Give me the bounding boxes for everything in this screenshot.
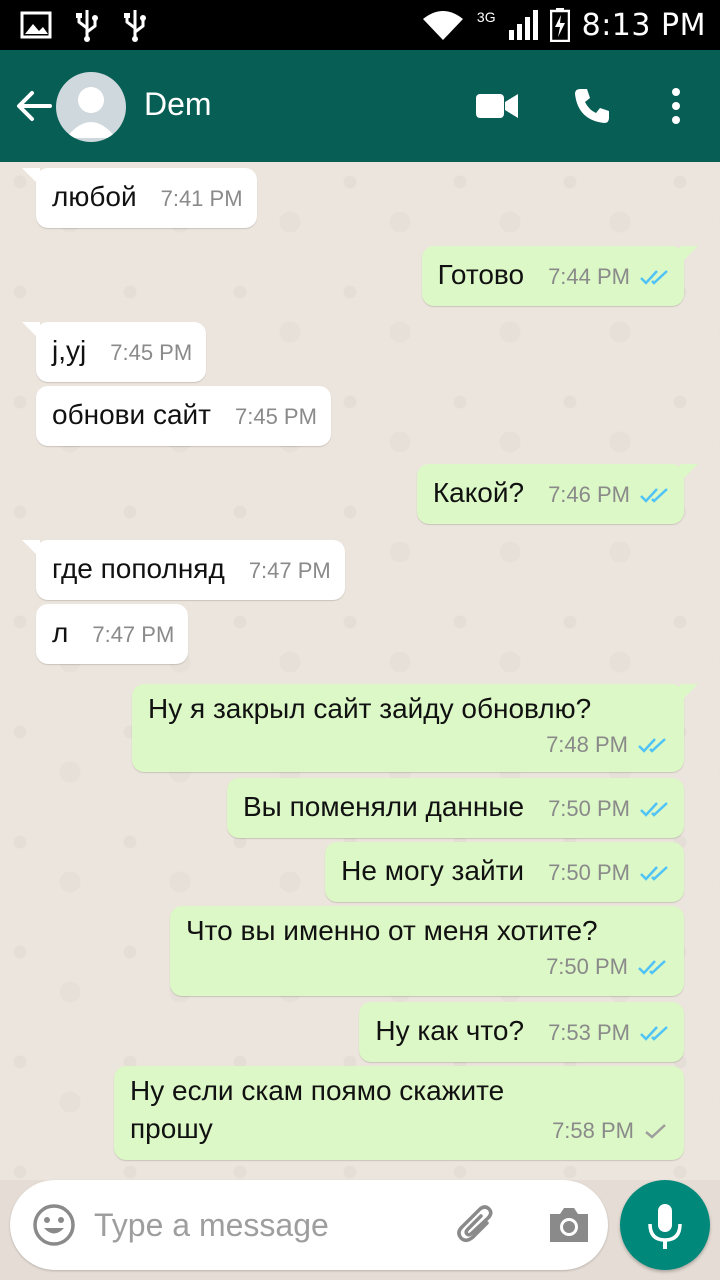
avatar[interactable] <box>56 72 126 142</box>
contact-name[interactable]: Dem <box>144 86 212 123</box>
message-time: 7:53 PM <box>548 1020 630 1045</box>
message-text-line: прошу <box>130 1113 213 1144</box>
message-text: Готово <box>437 259 525 290</box>
message-time: 7:45 PM <box>110 340 193 365</box>
message-time: 7:48 PM <box>546 732 628 757</box>
message-text: j,yj <box>52 335 87 366</box>
message-time: 7:58 PM <box>552 1118 634 1143</box>
message-text: Не могу зайти <box>341 855 525 886</box>
bubble-tail <box>680 464 698 482</box>
attach-icon[interactable] <box>454 1202 500 1248</box>
double-check-read-icon <box>638 960 666 975</box>
message-list[interactable]: любой 7:41 PM Готово 7:44 PM j,yj 7:45 PM о… <box>0 162 720 1180</box>
message-outgoing[interactable]: Ну если скам поямо скажите прошу 7:58 PM <box>114 1066 684 1160</box>
phone-icon[interactable] <box>572 86 612 126</box>
message-time: 7:50 PM <box>548 796 630 821</box>
message-time: 7:47 PM <box>248 558 331 583</box>
usb-icon <box>124 10 146 42</box>
message-text: Ну как что? <box>375 1015 525 1046</box>
message-incoming[interactable]: обнови сайт 7:45 PM <box>36 386 331 446</box>
emoji-icon[interactable] <box>32 1203 76 1247</box>
message-outgoing[interactable]: Какой? 7:46 PM <box>416 464 698 524</box>
message-time: 7:47 PM <box>92 622 175 647</box>
double-check-read-icon <box>640 488 668 503</box>
message-text: Что вы именно от меня хотите? <box>186 915 598 946</box>
message-time: 7:41 PM <box>160 186 243 211</box>
battery-charging-icon <box>549 8 570 42</box>
clock: 8:13 PM <box>581 7 706 43</box>
more-vert-icon[interactable] <box>664 86 688 126</box>
network-type-label: 3G <box>476 9 496 25</box>
message-incoming[interactable]: где пополняд 7:47 PM <box>22 540 345 600</box>
message-incoming[interactable]: л 7:47 PM <box>36 604 189 664</box>
message-text: Ну я закрыл сайт зайду обновлю? <box>148 693 592 724</box>
message-outgoing[interactable]: Вы поменяли данные 7:50 PM <box>227 778 684 838</box>
message-outgoing[interactable]: Готово 7:44 PM <box>421 246 698 306</box>
message-text: обнови сайт <box>52 399 211 430</box>
message-time: 7:50 PM <box>548 860 630 885</box>
message-input[interactable] <box>94 1198 424 1252</box>
message-time: 7:45 PM <box>234 404 317 429</box>
signal-icon <box>508 10 538 40</box>
gallery-notification-icon <box>20 11 52 39</box>
message-time: 7:46 PM <box>548 482 630 507</box>
message-time: 7:50 PM <box>546 954 628 979</box>
double-check-read-icon <box>638 738 666 753</box>
message-time: 7:44 PM <box>548 264 630 289</box>
usb-icon <box>76 10 98 42</box>
message-incoming[interactable]: j,yj 7:45 PM <box>22 322 207 382</box>
bubble-tail <box>22 322 40 340</box>
chat-header: Dem <box>0 50 720 162</box>
double-check-read-icon <box>640 802 668 817</box>
video-call-icon[interactable] <box>474 86 520 126</box>
message-text: л <box>52 617 69 648</box>
wifi-icon <box>422 11 463 40</box>
bubble-tail <box>22 540 40 558</box>
status-bar: 3G 8:13 PM <box>0 0 720 50</box>
double-check-read-icon <box>640 1026 668 1041</box>
message-text: Вы поменяли данные <box>243 791 525 822</box>
camera-icon[interactable] <box>546 1202 592 1248</box>
message-text: любой <box>52 181 137 212</box>
message-outgoing[interactable]: Ну я закрыл сайт зайду обновлю? 7:48 PM <box>132 684 698 772</box>
back-arrow-icon[interactable] <box>14 86 54 126</box>
mic-icon <box>648 1204 682 1249</box>
message-outgoing[interactable]: Ну как что? 7:53 PM <box>359 1002 684 1062</box>
message-text-line: Ну если скам поямо скажите <box>130 1075 505 1106</box>
bubble-tail <box>680 246 698 264</box>
double-check-read-icon <box>640 270 668 285</box>
single-check-sent-icon <box>645 1124 666 1139</box>
message-incoming[interactable]: любой 7:41 PM <box>22 168 257 228</box>
message-outgoing[interactable]: Что вы именно от меня хотите? 7:50 PM <box>170 906 684 996</box>
mic-button[interactable] <box>620 1180 710 1270</box>
bubble-tail <box>22 168 40 186</box>
message-text: Какой? <box>432 477 525 508</box>
message-outgoing[interactable]: Не могу зайти 7:50 PM <box>325 842 684 902</box>
composer <box>10 1180 608 1270</box>
avatar-icon <box>66 87 116 138</box>
message-text: где пополняд <box>52 553 225 584</box>
double-check-read-icon <box>640 866 668 881</box>
bubble-tail <box>680 684 698 702</box>
